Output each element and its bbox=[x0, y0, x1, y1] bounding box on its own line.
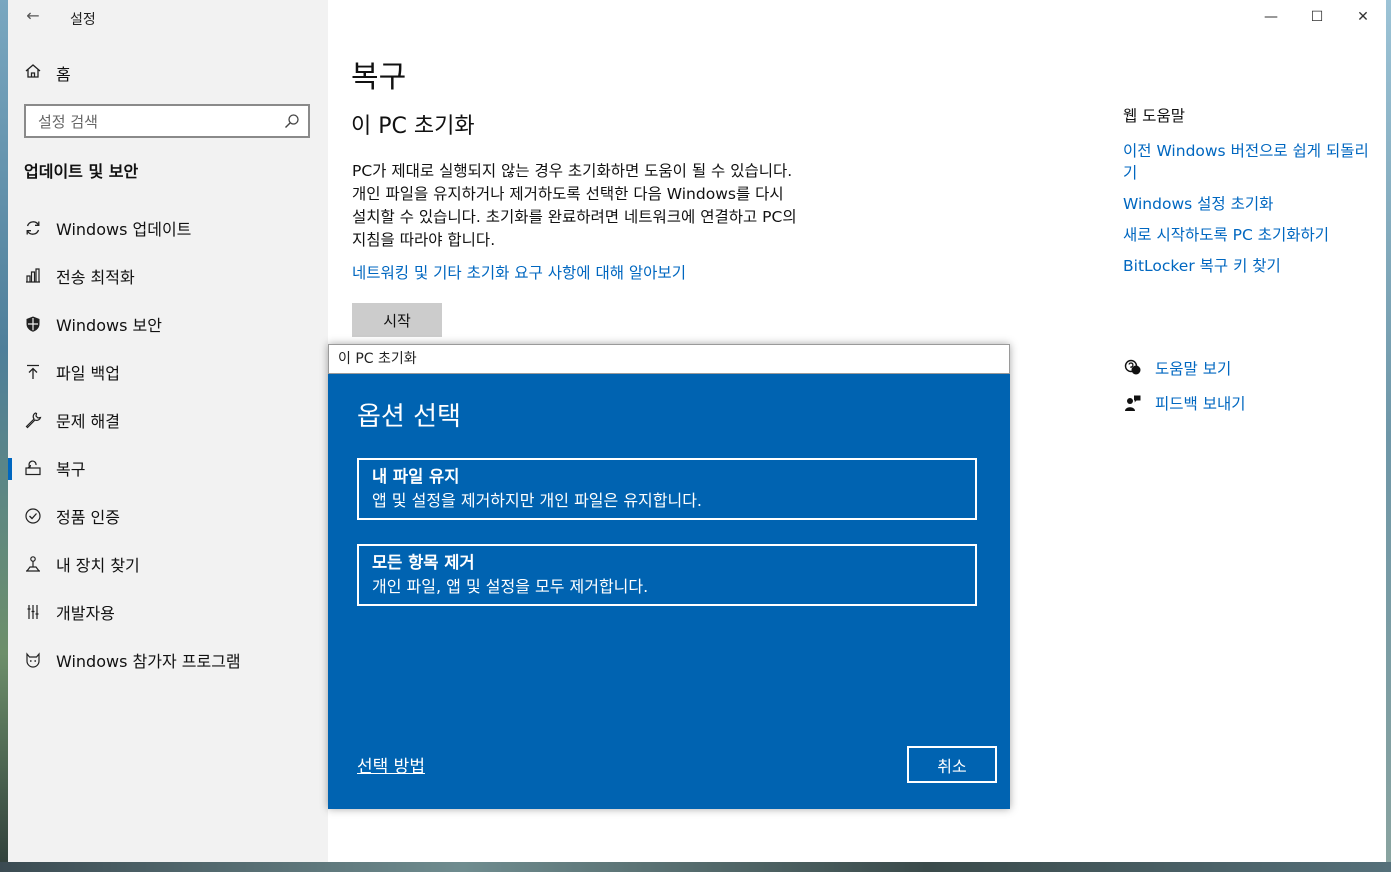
web-help-heading: 웹 도움말 bbox=[1123, 107, 1185, 125]
sidebar-item-label: 내 장치 찾기 bbox=[56, 556, 140, 575]
help-actions: 도움말 보기 피드백 보내기 bbox=[1123, 354, 1246, 424]
reset-pc-dialog: 이 PC 초기화 옵션 선택 내 파일 유지 앱 및 설정을 제거하지만 개인 … bbox=[328, 344, 1010, 809]
keep-my-files-option[interactable]: 내 파일 유지 앱 및 설정을 제거하지만 개인 파일은 유지합니다. bbox=[357, 458, 977, 520]
sidebar-item-windows-update[interactable]: Windows 업데이트 bbox=[8, 204, 328, 252]
close-button[interactable]: ✕ bbox=[1340, 0, 1386, 34]
search-icon[interactable] bbox=[284, 113, 300, 133]
get-help-label: 도움말 보기 bbox=[1155, 360, 1232, 378]
sidebar-item-windows-security[interactable]: Windows 보안 bbox=[8, 300, 328, 348]
minimize-button[interactable]: — bbox=[1248, 0, 1294, 34]
feedback-person-icon bbox=[1123, 393, 1143, 413]
shield-icon bbox=[24, 315, 42, 333]
option-description: 개인 파일, 앱 및 설정을 모두 제거합니다. bbox=[372, 577, 649, 596]
search-box[interactable] bbox=[24, 104, 310, 138]
dialog-body: 옵션 선택 내 파일 유지 앱 및 설정을 제거하지만 개인 파일은 유지합니다… bbox=[328, 374, 1010, 809]
sidebar-item-find-my-device[interactable]: 내 장치 찾기 bbox=[8, 540, 328, 588]
sidebar-item-label: 전송 최적화 bbox=[56, 268, 135, 287]
sidebar-item-label: 개발자용 bbox=[56, 604, 115, 623]
recovery-icon bbox=[24, 459, 42, 477]
cancel-button[interactable]: 취소 bbox=[907, 746, 997, 783]
sidebar-item-label: 파일 백업 bbox=[56, 364, 120, 383]
developer-icon bbox=[24, 603, 42, 621]
sidebar-item-label: Windows 업데이트 bbox=[56, 220, 192, 239]
wrench-icon bbox=[24, 411, 42, 429]
insider-cat-icon bbox=[24, 651, 42, 669]
sidebar-item-label: Windows 참가자 프로그램 bbox=[56, 652, 241, 671]
option-description: 앱 및 설정을 제거하지만 개인 파일은 유지합니다. bbox=[372, 491, 703, 510]
back-button[interactable]: ← bbox=[22, 6, 44, 26]
backup-icon bbox=[24, 363, 42, 381]
help-link-reset-settings[interactable]: Windows 설정 초기화 bbox=[1123, 193, 1373, 215]
activation-check-icon bbox=[24, 507, 42, 525]
start-button[interactable]: 시작 bbox=[352, 303, 442, 337]
sidebar-section-title: 업데이트 및 보안 bbox=[24, 162, 139, 181]
dialog-heading: 옵션 선택 bbox=[357, 402, 461, 432]
option-title: 모든 항목 제거 bbox=[372, 553, 475, 572]
sidebar-item-label: 정품 인증 bbox=[56, 508, 120, 527]
sync-icon bbox=[24, 219, 42, 237]
desktop-background-right bbox=[1386, 0, 1391, 872]
sidebar: ← 설정 홈 업데이트 및 보안 Windows 업데이트 bbox=[8, 0, 328, 862]
sidebar-item-label: 문제 해결 bbox=[56, 412, 120, 431]
sidebar-item-label: 복구 bbox=[56, 460, 86, 479]
sidebar-home-label: 홈 bbox=[56, 65, 71, 84]
home-icon bbox=[24, 62, 42, 84]
give-feedback-link[interactable]: 피드백 보내기 bbox=[1123, 389, 1246, 417]
sidebar-nav: Windows 업데이트 전송 최적화 Windows 보안 파일 백업 문제 … bbox=[8, 204, 328, 684]
desktop-background-left bbox=[0, 0, 8, 872]
sidebar-item-label: Windows 보안 bbox=[56, 316, 162, 335]
window-controls: — ☐ ✕ bbox=[1248, 0, 1386, 34]
desktop-background-bottom bbox=[0, 862, 1391, 872]
find-device-icon bbox=[24, 555, 42, 573]
reset-section-title: 이 PC 초기화 bbox=[351, 114, 475, 139]
sidebar-home[interactable]: 홈 bbox=[24, 60, 71, 86]
delivery-optimization-icon bbox=[24, 267, 42, 285]
page-title: 복구 bbox=[351, 60, 407, 95]
learn-more-link[interactable]: 네트워킹 및 기타 초기화 요구 사항에 대해 알아보기 bbox=[352, 261, 686, 283]
help-link-fresh-start[interactable]: 새로 시작하도록 PC 초기화하기 bbox=[1123, 224, 1373, 246]
reset-description: PC가 제대로 실행되지 않는 경우 초기화하면 도움이 될 수 있습니다. 개… bbox=[352, 162, 797, 249]
sidebar-item-delivery-optimization[interactable]: 전송 최적화 bbox=[8, 252, 328, 300]
dialog-title-bar: 이 PC 초기화 bbox=[328, 344, 1010, 374]
settings-window: ← 설정 홈 업데이트 및 보안 Windows 업데이트 bbox=[8, 0, 1386, 862]
help-link-bitlocker-key[interactable]: BitLocker 복구 키 찾기 bbox=[1123, 255, 1373, 277]
app-title: 설정 bbox=[70, 12, 96, 28]
sidebar-item-troubleshoot[interactable]: 문제 해결 bbox=[8, 396, 328, 444]
sidebar-item-file-backup[interactable]: 파일 백업 bbox=[8, 348, 328, 396]
sidebar-item-activation[interactable]: 정품 인증 bbox=[8, 492, 328, 540]
help-me-choose-link[interactable]: 선택 방법 bbox=[357, 752, 425, 777]
chat-help-icon bbox=[1123, 358, 1143, 378]
sidebar-item-developers[interactable]: 개발자용 bbox=[8, 588, 328, 636]
remove-everything-option[interactable]: 모든 항목 제거 개인 파일, 앱 및 설정을 모두 제거합니다. bbox=[357, 544, 977, 606]
sidebar-item-insider-program[interactable]: Windows 참가자 프로그램 bbox=[8, 636, 328, 684]
sidebar-item-recovery[interactable]: 복구 bbox=[8, 444, 328, 492]
search-input[interactable] bbox=[36, 111, 280, 133]
option-title: 내 파일 유지 bbox=[372, 467, 460, 486]
help-link-rollback[interactable]: 이전 Windows 버전으로 쉽게 되돌리기 bbox=[1123, 140, 1373, 184]
get-help-link[interactable]: 도움말 보기 bbox=[1123, 354, 1246, 382]
maximize-button[interactable]: ☐ bbox=[1294, 0, 1340, 34]
give-feedback-label: 피드백 보내기 bbox=[1155, 395, 1246, 413]
web-help-panel: 웹 도움말 이전 Windows 버전으로 쉽게 되돌리기 Windows 설정… bbox=[1123, 104, 1373, 286]
